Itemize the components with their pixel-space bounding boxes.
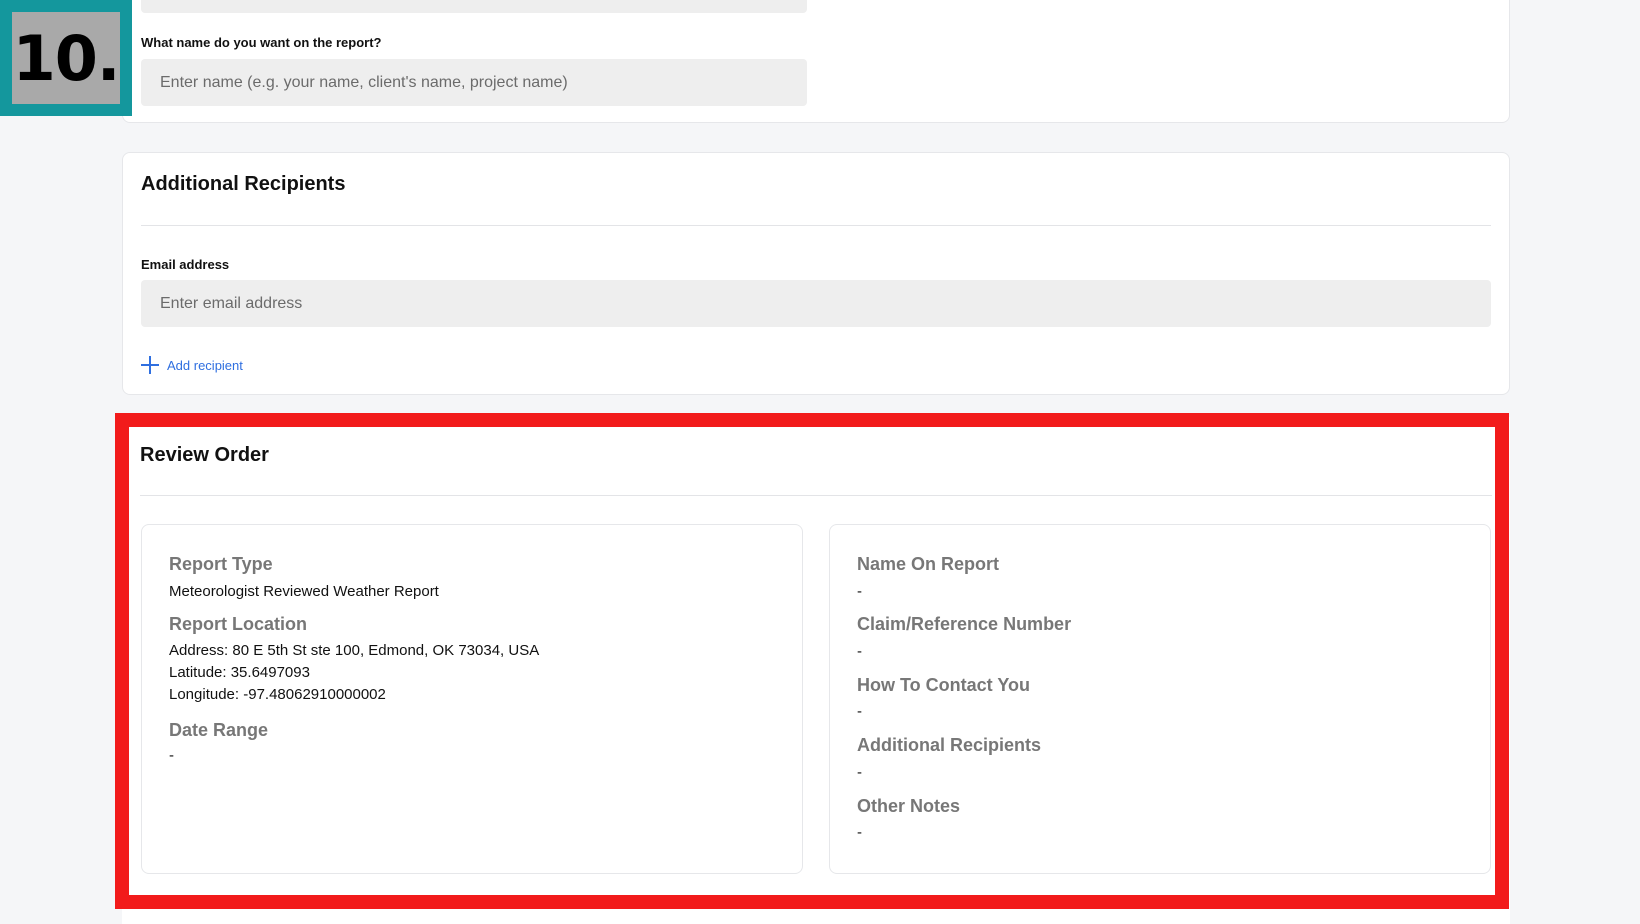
step-badge-inner: 10. (12, 12, 120, 104)
divider (141, 225, 1491, 226)
plus-icon (141, 356, 159, 374)
previous-input-field[interactable] (141, 0, 807, 13)
step-badge: 10. (0, 0, 132, 116)
email-label: Email address (141, 257, 230, 272)
step-number: 10. (12, 21, 121, 95)
highlight-frame (115, 413, 1509, 909)
recipients-title: Additional Recipients (141, 173, 346, 195)
report-name-label: What name do you want on the report? (141, 35, 382, 50)
add-recipient-button[interactable]: Add recipient (141, 356, 243, 374)
report-name-input[interactable] (141, 59, 807, 106)
add-recipient-label: Add recipient (167, 357, 243, 373)
report-name-card: What name do you want on the report? (122, 0, 1510, 123)
email-input[interactable] (141, 280, 1491, 327)
additional-recipients-card: Additional Recipients Email address Add … (122, 152, 1510, 395)
